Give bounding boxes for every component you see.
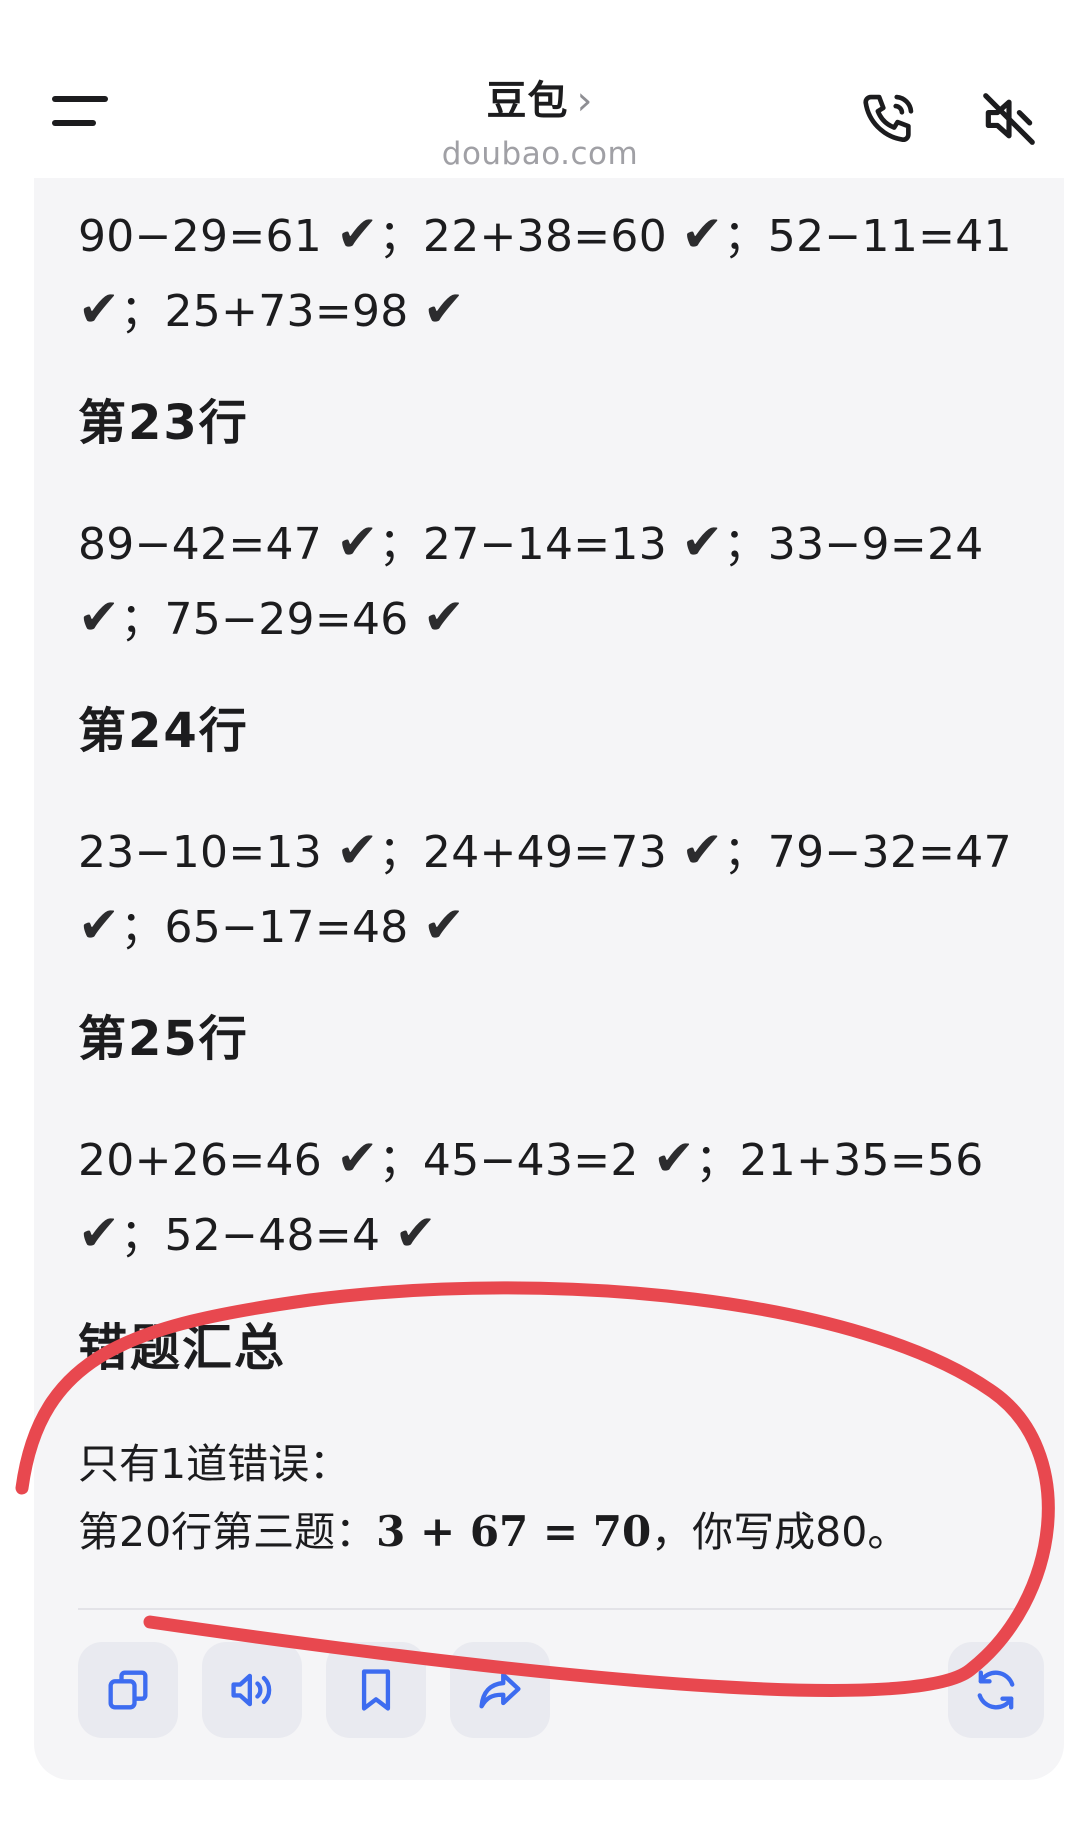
- row-25-results: 20+26=46 ✔；45−43=2 ✔；21+35=56 ✔；52−48=4 …: [78, 1129, 984, 1262]
- check-mark-icon: ✔: [681, 205, 724, 263]
- summary-line-1: 只有1道错误：: [78, 1440, 351, 1488]
- hamburger-menu-icon[interactable]: [52, 96, 112, 136]
- message-action-bar: [78, 1642, 1044, 1742]
- copy-icon[interactable]: [78, 1642, 178, 1738]
- app-header: 豆包 › doubao.com: [0, 0, 1080, 180]
- chat-subtitle: doubao.com: [441, 136, 639, 172]
- check-mark-icon: ✔: [336, 513, 379, 571]
- check-mark-icon: ✔: [336, 205, 379, 263]
- row-24-results: 23−10=13 ✔；24+49=73 ✔；79−32=47 ✔；65−17=4…: [78, 821, 1012, 954]
- check-mark-icon: ✔: [78, 1204, 121, 1262]
- check-mark-icon: ✔: [394, 1204, 437, 1262]
- check-mark-icon: ✔: [653, 1129, 696, 1187]
- message-content: 90−29=61 ✔；22+38=60 ✔；52−11=41 ✔；25+73=9…: [78, 198, 1024, 1566]
- error-summary-heading: 错题汇总: [78, 1319, 286, 1377]
- check-mark-icon: ✔: [681, 821, 724, 879]
- check-mark-icon: ✔: [422, 280, 466, 338]
- chat-title-area[interactable]: 豆包 › doubao.com: [340, 68, 740, 172]
- check-mark-icon: ✔: [78, 280, 121, 338]
- phone-icon[interactable]: [858, 88, 928, 158]
- chat-title[interactable]: 豆包 ›: [340, 68, 740, 126]
- chevron-right-icon: ›: [576, 78, 594, 124]
- speaker-mute-icon[interactable]: [978, 88, 1048, 158]
- summary-line-2: 第20行第三题：3 + 67 = 70，你写成80。: [78, 1507, 909, 1556]
- divider: [78, 1608, 1024, 1610]
- speaker-icon[interactable]: [202, 1642, 302, 1738]
- assistant-message-card: 90−29=61 ✔；22+38=60 ✔；52−11=41 ✔；25+73=9…: [34, 178, 1064, 1780]
- row-23-heading: 第23行: [78, 395, 249, 451]
- refresh-icon[interactable]: [948, 1642, 1044, 1738]
- row-24-heading: 第24行: [78, 703, 249, 759]
- check-mark-icon: ✔: [422, 588, 466, 646]
- check-mark-icon: ✔: [422, 896, 466, 954]
- check-mark-icon: ✔: [78, 896, 121, 954]
- share-icon[interactable]: [450, 1642, 550, 1738]
- check-mark-icon: ✔: [336, 1129, 379, 1187]
- row-23-results: 89−42=47 ✔；27−14=13 ✔；33−9=24 ✔；75−29=46…: [78, 513, 984, 646]
- row-25-heading: 第25行: [78, 1011, 249, 1067]
- bookmark-icon[interactable]: [326, 1642, 426, 1738]
- check-mark-icon: ✔: [681, 513, 724, 571]
- check-mark-icon: ✔: [78, 588, 121, 646]
- row-22-results: 90−29=61 ✔；22+38=60 ✔；52−11=41 ✔；25+73=9…: [78, 205, 1012, 338]
- error-summary-text: 只有1道错误： 第20行第三题：3 + 67 = 70，你写成80。: [78, 1430, 1024, 1566]
- math-expression: 3 + 67 = 70: [376, 1507, 652, 1556]
- check-mark-icon: ✔: [336, 821, 379, 879]
